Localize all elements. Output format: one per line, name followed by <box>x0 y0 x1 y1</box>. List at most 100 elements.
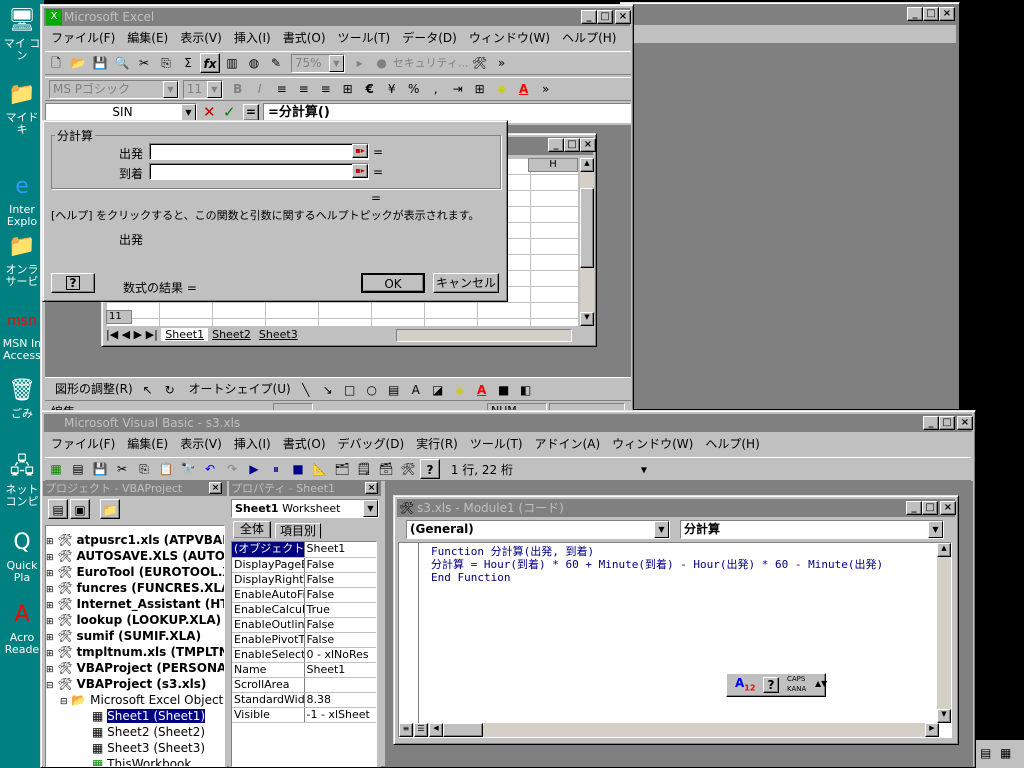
view-object-icon[interactable]: ▣ <box>70 499 90 519</box>
fill-color-icon[interactable]: ◈ <box>450 380 470 400</box>
copy-icon[interactable]: ⎘ <box>156 53 176 73</box>
excel-close-button[interactable]: × <box>615 10 631 24</box>
ime-mode-icon[interactable]: A12 <box>735 676 755 692</box>
procedure-view-icon[interactable]: ≡ <box>399 723 413 737</box>
tree-item[interactable]: ⊞ 🛠 Internet_Assistant (HTI <box>46 596 224 612</box>
property-row[interactable]: ScrollArea <box>232 677 376 693</box>
design-mode-icon[interactable]: 📐 <box>310 459 330 479</box>
borders-icon[interactable]: ⊞ <box>470 79 490 99</box>
prev-sheet-icon[interactable]: ◀ <box>122 328 130 341</box>
code-horizontal-scrollbar[interactable]: ≡ ☰ ◀ ▶ <box>399 723 939 737</box>
property-value[interactable]: False <box>304 557 376 573</box>
property-grid[interactable]: (オブジェクト名)Sheet1DisplayPageBFalseDisplayR… <box>231 541 377 767</box>
free-rotate-icon[interactable]: ↻ <box>160 380 180 400</box>
excel-menu-help[interactable]: ヘルプ(H) <box>556 29 622 47</box>
vbe-menu-tools[interactable]: ツール(T) <box>464 435 529 453</box>
ok-button[interactable]: OK <box>361 273 425 293</box>
procedure-dropdown[interactable]: 分計算 ▼ <box>680 520 944 539</box>
excel-minimize-button[interactable]: _ <box>581 10 597 24</box>
chevron-down-icon[interactable]: ▼ <box>654 521 669 538</box>
project-close-button[interactable]: × <box>209 482 222 494</box>
tree-item[interactable]: ⊞ 🛠 AUTOSAVE.XLS (AUTO <box>46 548 224 564</box>
minimize-button[interactable]: _ <box>907 7 923 21</box>
chart-icon[interactable]: ▥ <box>222 53 242 73</box>
more-buttons-icon[interactable]: » <box>492 53 512 73</box>
cancel-formula-icon[interactable]: ✕ <box>203 103 216 121</box>
excel-menu-edit[interactable]: 編集(E) <box>121 29 174 47</box>
object-browser-icon[interactable]: 🗃 <box>376 459 396 479</box>
help-icon[interactable]: ? <box>420 459 440 479</box>
enter-formula-icon[interactable]: ✓ <box>223 103 236 121</box>
vertical-scrollbar[interactable]: ▲ ▼ <box>580 158 594 326</box>
desktop-icon-my-computer[interactable]: 🖥 マイ コン <box>2 6 42 62</box>
insert-module-icon[interactable]: ▤ <box>68 459 88 479</box>
tree-item[interactable]: ⊞ 🛠 lookup (LOOKUP.XLA) <box>46 612 224 628</box>
edit-formula-button[interactable]: = <box>243 104 259 121</box>
clipart-icon[interactable]: ◪ <box>428 380 448 400</box>
property-value[interactable]: False <box>304 617 376 633</box>
run-icon[interactable]: ▶ <box>244 459 264 479</box>
sheet-tab-sheet2[interactable]: Sheet2 <box>208 328 255 341</box>
vbe-minimize-button[interactable]: _ <box>923 416 939 430</box>
textbox-icon[interactable]: ▤ <box>384 380 404 400</box>
tree-child-sheet3[interactable]: ▦ Sheet3 (Sheet3) <box>46 740 224 756</box>
redo-icon[interactable]: ↷ <box>222 459 242 479</box>
property-value[interactable]: False <box>304 572 376 588</box>
print-preview-icon[interactable]: 🔍 <box>112 53 132 73</box>
3d-icon[interactable]: ◧ <box>516 380 536 400</box>
property-value[interactable]: 0 - xlNoRes <box>304 647 376 663</box>
excel-menu-view[interactable]: 表示(V) <box>174 29 228 47</box>
bold-icon[interactable]: B <box>228 79 248 99</box>
vbe-menu-insert[interactable]: 挿入(I) <box>228 435 277 453</box>
sheet-tab-sheet3[interactable]: Sheet3 <box>255 328 302 341</box>
shadow-icon[interactable]: ■ <box>494 380 514 400</box>
property-value[interactable]: False <box>304 632 376 648</box>
arrow-icon[interactable]: ↘ <box>318 380 338 400</box>
excel-menu-data[interactable]: データ(D) <box>396 29 463 47</box>
vbe-title-bar[interactable]: ▦ Microsoft Visual Basic - s3.xls <box>44 414 972 432</box>
properties-close-button[interactable]: × <box>365 482 378 494</box>
arg2-input[interactable]: ▪▸ <box>149 163 369 180</box>
property-row[interactable]: Visible -1 - xlSheet <box>232 707 376 723</box>
excel-menu-format[interactable]: 書式(O) <box>277 29 332 47</box>
excel-menu-insert[interactable]: 挿入(I) <box>228 29 277 47</box>
property-value[interactable]: True <box>304 602 376 618</box>
comma-icon[interactable]: , <box>426 79 446 99</box>
excel-title-bar[interactable]: X Microsoft Excel <box>44 8 630 26</box>
function-icon[interactable]: fx <box>200 53 220 73</box>
align-right-icon[interactable]: ≡ <box>316 79 336 99</box>
workbook-maximize-button[interactable]: □ <box>564 138 580 152</box>
excel-menu-window[interactable]: ウィンドウ(W) <box>463 29 556 47</box>
property-row[interactable]: EnableOutlinirFalse <box>232 617 376 633</box>
zoom-combo[interactable]: 75% ▼ <box>290 53 345 73</box>
vbe-menu-debug[interactable]: デバッグ(D) <box>332 435 411 453</box>
wordart-icon[interactable]: A <box>406 380 426 400</box>
tree-item[interactable]: ⊞ 🛠 atpusrc1.xls (ATPVBAE <box>46 532 224 548</box>
properties-icon[interactable]: 🗒 <box>354 459 374 479</box>
sheet-tab-sheet1[interactable]: Sheet1 <box>161 328 209 341</box>
property-row[interactable]: DisplayRightT False <box>232 572 376 588</box>
tree-child-sheet1[interactable]: ▦ Sheet1 (Sheet1) <box>46 708 224 724</box>
excel-menu-tools[interactable]: ツール(T) <box>332 29 397 47</box>
project-explorer-title[interactable]: プロジェクト - VBAProject × <box>43 481 227 496</box>
map-icon[interactable]: ◍ <box>244 53 264 73</box>
run-macro-icon[interactable]: ▸ <box>350 53 370 73</box>
find-icon[interactable]: 🔭 <box>178 459 198 479</box>
italic-icon[interactable]: I <box>250 79 270 99</box>
close-button[interactable]: × <box>939 7 955 21</box>
indent-icon[interactable]: ⇥ <box>448 79 468 99</box>
vbe-menu-format[interactable]: 書式(O) <box>277 435 332 453</box>
property-value[interactable]: Sheet1 <box>304 662 376 678</box>
vbe-menu-window[interactable]: ウィンドウ(W) <box>606 435 699 453</box>
tab-alphabetic[interactable]: 全体 <box>233 521 271 538</box>
desktop-icon-internet-explorer[interactable]: e Inter Explo <box>2 172 42 228</box>
vbe-menu-edit[interactable]: 編集(E) <box>121 435 174 453</box>
security-button[interactable]: セキュリティ... <box>393 57 469 70</box>
tree-child-sheet2[interactable]: ▦ Sheet2 (Sheet2) <box>46 724 224 740</box>
code-window[interactable]: 🛠 s3.xls - Module1 (コード) _ □ × (General) ▼… <box>393 495 959 745</box>
column-header-h[interactable]: H <box>528 158 578 172</box>
desktop-icon-recycle-bin[interactable]: 🗑 ごみ <box>2 376 42 420</box>
undo-icon[interactable]: ↶ <box>200 459 220 479</box>
vbe-menu-help[interactable]: ヘルプ(H) <box>699 435 765 453</box>
property-row[interactable]: Name Sheet1 <box>232 662 376 678</box>
